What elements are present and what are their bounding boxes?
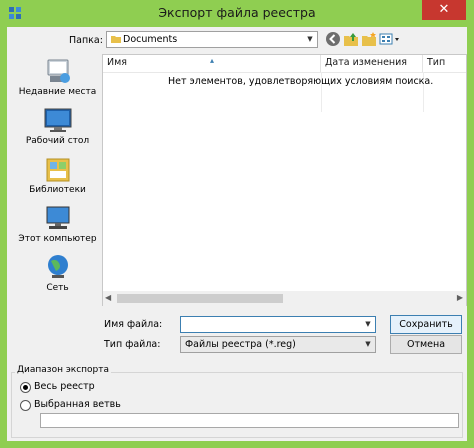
file-type-value: Файлы реестра (*.reg) [185,339,296,350]
column-header-name[interactable]: Имя ▴ [103,55,321,72]
dialog-client-area: Папка: Documents ▼ Недавние места Рабочи… [7,27,467,441]
file-name-input[interactable] [184,318,356,331]
back-icon[interactable] [325,31,341,47]
recent-places-icon [47,59,70,83]
place-recent[interactable]: Недавние места [15,57,100,101]
sort-ascending-icon: ▴ [210,56,215,65]
look-in-label: Папка: [69,35,103,46]
file-type-select[interactable]: Файлы реестра (*.reg) ▼ [180,336,376,353]
place-label: Сеть [46,283,69,293]
window-title: Экспорт файла реестра [158,5,316,20]
chevron-down-icon[interactable]: ▼ [361,337,375,352]
place-label: Недавние места [18,87,97,97]
save-button[interactable]: Сохранить [390,315,462,334]
place-desktop[interactable]: Рабочий стол [15,106,100,150]
column-label: Имя [107,57,127,68]
place-libraries[interactable]: Библиотеки [15,155,100,199]
radio-selected-branch-label[interactable]: Выбранная ветвь [34,399,121,410]
folder-select[interactable]: Documents ▼ [106,31,318,48]
place-label: Библиотеки [29,185,86,195]
file-list[interactable]: Имя ▴ Дата изменения Тип Нет элементов, … [102,54,467,306]
network-icon [47,255,68,278]
libraries-icon [46,158,69,182]
scrollbar-thumb[interactable] [117,294,283,303]
column-header-date[interactable]: Дата изменения [321,55,423,72]
column-header-type[interactable]: Тип [423,55,466,72]
view-menu-icon[interactable] [379,31,401,47]
horizontal-scrollbar[interactable]: ◀ ▶ [103,291,466,306]
export-range-title: Диапазон экспорта [15,365,112,375]
empty-list-message: Нет элементов, удовлетворяющих условиям … [168,76,434,87]
new-folder-icon[interactable] [361,31,377,47]
export-dialog-window: Экспорт файла реестра ✕ Папка: Documents… [0,0,474,448]
place-network[interactable]: Сеть [15,253,100,297]
computer-icon [46,206,69,229]
cancel-button[interactable]: Отмена [390,335,462,354]
chevron-down-icon[interactable]: ▼ [361,317,375,332]
title-bar[interactable]: Экспорт файла реестра ✕ [0,0,474,26]
scroll-left-icon[interactable]: ◀ [105,293,111,302]
chevron-down-icon[interactable]: ▼ [303,32,317,47]
close-button[interactable]: ✕ [422,0,466,20]
header-divider [103,72,466,73]
file-name-field[interactable]: ▼ [180,316,376,333]
scroll-right-icon[interactable]: ▶ [457,293,463,302]
place-this-pc[interactable]: Этот компьютер [15,204,100,248]
folder-icon [111,36,121,43]
up-folder-icon[interactable] [343,31,359,47]
place-label: Этот компьютер [18,234,97,244]
file-type-label: Тип файла: [104,339,161,350]
place-label: Рабочий стол [25,136,90,146]
file-name-label: Имя файла: [104,319,163,330]
folder-select-value: Documents [123,34,178,45]
selected-branch-input[interactable] [40,413,459,428]
radio-all-registry-label[interactable]: Весь реестр [34,381,95,392]
radio-selected-branch[interactable] [20,400,31,411]
places-bar: Недавние места Рабочий стол Библиотеки Э… [15,57,100,327]
radio-all-registry[interactable] [20,382,31,393]
desktop-icon [44,108,71,132]
